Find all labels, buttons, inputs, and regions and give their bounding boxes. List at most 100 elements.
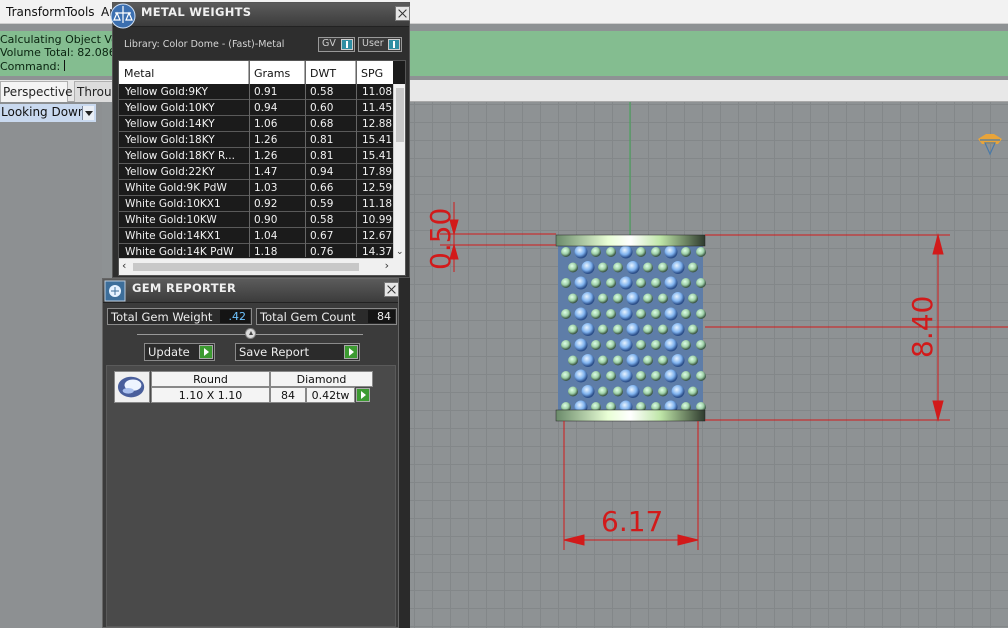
menu-transform[interactable]: Transform: [6, 5, 66, 19]
diamond-icon: [978, 134, 1002, 156]
gem-stone: [613, 293, 623, 304]
gv-toggle[interactable]: GV: [318, 37, 355, 52]
gem-shape: Round: [151, 371, 270, 387]
close-icon[interactable]: [384, 282, 399, 297]
metal-weights-titlebar[interactable]: METAL WEIGHTS: [110, 3, 410, 29]
gem-stone: [619, 307, 633, 321]
table-row[interactable]: Yellow Gold:18KY R... 1.26 0.81 15.41: [119, 148, 393, 164]
gem-stone: [626, 292, 640, 305]
save-report-button[interactable]: Save Report: [235, 343, 360, 361]
table-cell: 0.94: [254, 102, 278, 114]
gem-stone: [613, 262, 623, 273]
gem-stone: [696, 340, 706, 350]
table-cell: Yellow Gold:10KY: [125, 102, 215, 114]
table-row[interactable]: White Gold:10KW 0.90 0.58 10.99: [119, 212, 393, 228]
table-row[interactable]: White Gold:10KX1 0.92 0.59 11.18: [119, 196, 393, 212]
table-cell: 0.76: [310, 246, 334, 258]
gem-stone: [613, 324, 623, 335]
table-cell: 11.18: [362, 198, 393, 210]
table-row[interactable]: White Gold:9K PdW 1.03 0.66 12.59: [119, 180, 393, 196]
table-row[interactable]: Yellow Gold:9KY 0.91 0.58 11.08: [119, 84, 393, 100]
gem-reporter-icon: [104, 280, 126, 302]
horizontal-scrollbar[interactable]: ‹ ›: [119, 258, 393, 275]
table-cell: Yellow Gold:22KY: [125, 166, 215, 178]
table-cell: 1.26: [254, 134, 278, 146]
gem-stone: [598, 293, 608, 304]
gem-stone: [606, 309, 616, 319]
table-cell: 0.58: [310, 86, 334, 98]
col-spg[interactable]: SPG: [356, 61, 393, 84]
scroll-thumb[interactable]: [133, 263, 359, 271]
chevron-down-icon[interactable]: [82, 106, 94, 120]
gem-stone: [658, 355, 668, 366]
col-grams[interactable]: Grams: [249, 61, 305, 84]
chevron-left-icon[interactable]: ‹: [122, 259, 126, 272]
table-cell: Yellow Gold:18KY R...: [125, 150, 235, 162]
close-icon[interactable]: [395, 6, 410, 21]
ring-drawing: [440, 102, 1008, 550]
table-cell: 0.59: [310, 198, 334, 210]
gem-stone: [671, 354, 685, 367]
gem-stone: [688, 262, 698, 273]
table-cell: 1.26: [254, 150, 278, 162]
gem-stone: [619, 276, 633, 290]
library-label: Library: Color Dome - (Fast)-Metal: [124, 39, 285, 50]
gem-stone: [581, 354, 595, 367]
tab-through[interactable]: Throu: [74, 81, 114, 102]
gem-stone: [598, 386, 608, 397]
table-cell: White Gold:14KX1: [125, 230, 221, 242]
table-row[interactable]: White Gold:14KX1 1.04 0.67 12.67: [119, 228, 393, 244]
gem-stone: [636, 247, 646, 257]
col-dwt[interactable]: DWT: [305, 61, 356, 84]
update-button[interactable]: Update: [144, 343, 215, 361]
table-cell: Yellow Gold:18KY: [125, 134, 215, 146]
view-label-text: Looking Down: [1, 105, 86, 119]
gem-stone: [664, 338, 678, 352]
gem-stone: [658, 262, 668, 273]
gem-stone: [574, 307, 588, 321]
table-row[interactable]: Yellow Gold:10KY 0.94 0.60 11.45: [119, 100, 393, 116]
dimension-width-label: 6.17: [601, 505, 664, 538]
gem-stone: [651, 247, 661, 257]
command-prompt[interactable]: Command:: [0, 60, 66, 74]
tab-perspective[interactable]: Perspective: [0, 81, 73, 102]
vertical-scrollbar[interactable]: ⌄: [393, 84, 405, 258]
gem-slider-handle[interactable]: [245, 328, 256, 339]
gem-weight: 0.42tw: [306, 387, 355, 403]
gem-stone: [636, 278, 646, 288]
chevron-right-icon[interactable]: ›: [385, 259, 389, 272]
gem-stone: [636, 309, 646, 319]
table-cell: 15.41: [362, 150, 393, 162]
gem-stone: [696, 371, 706, 381]
play-icon: [199, 345, 213, 359]
user-toggle[interactable]: User: [358, 37, 402, 52]
gem-reporter-titlebar[interactable]: GEM REPORTER: [103, 279, 399, 303]
scroll-thumb[interactable]: [396, 88, 404, 142]
play-icon[interactable]: [356, 388, 370, 402]
gem-stone: [643, 386, 653, 397]
gem-stone: [561, 247, 571, 257]
gem-stone: [658, 386, 668, 397]
gem-stone: [598, 355, 608, 366]
gem-stone: [651, 309, 661, 319]
table-row[interactable]: Yellow Gold:14KY 1.06 0.68 12.88: [119, 116, 393, 132]
table-row[interactable]: Yellow Gold:18KY 1.26 0.81 15.41: [119, 132, 393, 148]
gem-stone: [581, 261, 595, 274]
table-cell: 11.08: [362, 86, 393, 98]
table-cell: White Gold:14K PdW: [125, 246, 234, 258]
gem-stone: [626, 261, 640, 274]
gem-stone: [568, 262, 578, 273]
column-divider: [305, 61, 306, 257]
table-row[interactable]: Yellow Gold:22KY 1.47 0.94 17.89: [119, 164, 393, 180]
menu-tools[interactable]: Tools: [65, 5, 95, 19]
col-metal[interactable]: Metal: [119, 61, 249, 84]
view-label[interactable]: Looking Down: [0, 104, 96, 122]
left-viewport: [0, 102, 102, 628]
list-item[interactable]: Round Diamond 1.10 X 1.10 84 0.42tw: [114, 371, 373, 405]
gem-stone: [574, 338, 588, 352]
gem-stone: [671, 292, 685, 305]
chevron-down-icon[interactable]: ⌄: [396, 247, 404, 257]
gem-stone: [626, 354, 640, 367]
gem-stone: [606, 247, 616, 257]
table-cell: 0.58: [310, 214, 334, 226]
